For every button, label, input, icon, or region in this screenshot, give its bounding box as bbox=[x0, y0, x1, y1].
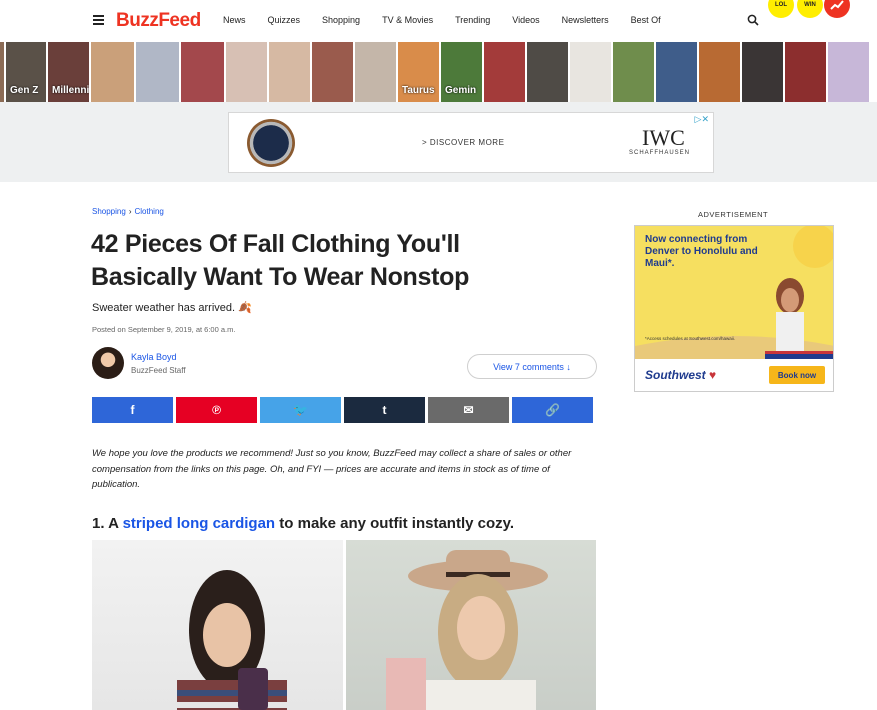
author-avatar[interactable] bbox=[92, 347, 124, 379]
article-dek: Sweater weather has arrived. 🍂 bbox=[92, 302, 252, 314]
pinterest-icon: ℗ bbox=[212, 403, 221, 417]
trending-thumbnail[interactable] bbox=[226, 42, 267, 102]
ad-band: > DISCOVER MORE IWC SCHAFFHAUSEN ▷✕ bbox=[0, 102, 877, 182]
ad-fine-print: *Access schedules at Southwest.com/hawai… bbox=[645, 336, 736, 341]
trending-thumbnail[interactable] bbox=[0, 42, 4, 102]
tumblr-share-button[interactable]: t bbox=[344, 397, 425, 423]
link-share-button[interactable]: 🔗 bbox=[512, 397, 593, 423]
win-badge[interactable]: WIN bbox=[797, 0, 823, 18]
view-comments-button[interactable]: View 7 comments ↓ bbox=[467, 354, 597, 379]
affiliate-disclaimer: We hope you love the products we recomme… bbox=[92, 448, 572, 490]
adchoices-icon[interactable]: ▷✕ bbox=[695, 114, 709, 125]
southwest-logo: Southwest ♥ bbox=[645, 368, 716, 382]
nav-link-tv-movies[interactable]: TV & Movies bbox=[382, 15, 433, 25]
nav-link-best-of[interactable]: Best Of bbox=[631, 15, 661, 25]
posted-date: Posted on September 9, 2019, at 6:00 a.m… bbox=[92, 325, 236, 334]
southwest-logo-text: Southwest bbox=[645, 368, 706, 382]
iwc-banner-ad[interactable]: > DISCOVER MORE IWC SCHAFFHAUSEN ▷✕ bbox=[228, 112, 714, 173]
trending-thumbnail[interactable]: Millennia bbox=[48, 42, 89, 102]
menu-icon[interactable] bbox=[93, 15, 104, 25]
link-icon: 🔗 bbox=[545, 403, 560, 417]
tumblr-icon: t bbox=[382, 403, 387, 417]
nav-links: News Quizzes Shopping TV & Movies Trendi… bbox=[223, 15, 683, 25]
discover-more-link[interactable]: > DISCOVER MORE bbox=[422, 138, 504, 147]
item-number: 1. A bbox=[92, 515, 123, 532]
trending-arrow-icon bbox=[830, 0, 844, 10]
item-description: to make any outfit instantly cozy. bbox=[275, 515, 515, 532]
nav-link-quizzes[interactable]: Quizzes bbox=[268, 15, 301, 25]
trending-thumbnail[interactable] bbox=[742, 42, 783, 102]
trending-thumbnail[interactable] bbox=[91, 42, 134, 102]
thumbnail-label: Gen Z bbox=[10, 85, 39, 96]
badge-group: LOL WIN bbox=[768, 0, 858, 18]
product-photo-2[interactable] bbox=[346, 540, 596, 710]
trending-thumbnail[interactable] bbox=[181, 42, 224, 102]
breadcrumb-shopping[interactable]: Shopping bbox=[92, 207, 126, 216]
thumbnail-label: Gemin bbox=[445, 85, 477, 96]
book-now-button[interactable]: Book now bbox=[769, 366, 825, 384]
buzzfeed-logo[interactable]: BuzzFeed bbox=[116, 10, 201, 32]
trending-badge[interactable] bbox=[824, 0, 850, 18]
author-name[interactable]: Kayla Boyd bbox=[131, 352, 177, 362]
author-role: BuzzFeed Staff bbox=[131, 366, 186, 375]
trending-thumbnail[interactable] bbox=[656, 42, 697, 102]
share-bar: f ℗ 🐦 t ✉ 🔗 bbox=[92, 397, 596, 423]
nav-link-news[interactable]: News bbox=[223, 15, 246, 25]
trending-thumbnail[interactable] bbox=[484, 42, 525, 102]
trending-thumbnail[interactable] bbox=[828, 42, 869, 102]
trending-thumbnail[interactable] bbox=[355, 42, 396, 102]
product-link[interactable]: striped long cardigan bbox=[123, 515, 276, 532]
trending-thumbnail[interactable]: Taurus bbox=[398, 42, 439, 102]
mirror-selfie-image bbox=[177, 570, 287, 710]
trending-thumbnail[interactable] bbox=[312, 42, 353, 102]
product-photo-1[interactable] bbox=[92, 540, 343, 710]
thumbnail-label: Taurus bbox=[402, 85, 435, 96]
trending-thumbnail[interactable] bbox=[785, 42, 826, 102]
watch-image bbox=[247, 119, 295, 167]
heart-icon: ♥ bbox=[709, 368, 717, 382]
breadcrumb: Shopping › Clothing bbox=[92, 207, 164, 216]
trending-thumbnails: Gen Z Millennia Taurus Gemin bbox=[0, 42, 877, 102]
trending-thumbnail[interactable] bbox=[527, 42, 568, 102]
pinterest-share-button[interactable]: ℗ bbox=[176, 397, 257, 423]
ad-headline: Now connecting from Denver to Honolulu a… bbox=[645, 234, 758, 269]
item-heading: 1. A striped long cardigan to make any o… bbox=[92, 515, 514, 532]
thumbnail-label: Millennia bbox=[52, 85, 89, 96]
trending-thumbnail[interactable]: Gemin bbox=[441, 42, 482, 102]
trending-thumbnail[interactable] bbox=[570, 42, 611, 102]
top-nav: BuzzFeed News Quizzes Shopping TV & Movi… bbox=[0, 0, 877, 42]
nav-link-videos[interactable]: Videos bbox=[512, 15, 539, 25]
facebook-share-button[interactable]: f bbox=[92, 397, 173, 423]
nav-link-newsletters[interactable]: Newsletters bbox=[562, 15, 609, 25]
twitter-share-button[interactable]: 🐦 bbox=[260, 397, 341, 423]
advertisement-label: ADVERTISEMENT bbox=[698, 210, 769, 219]
nav-link-trending[interactable]: Trending bbox=[455, 15, 490, 25]
email-share-button[interactable]: ✉ bbox=[428, 397, 509, 423]
email-icon: ✉ bbox=[463, 403, 474, 417]
southwest-side-ad[interactable]: Now connecting from Denver to Honolulu a… bbox=[634, 225, 834, 392]
chevron-right-icon: › bbox=[128, 207, 132, 216]
twitter-icon: 🐦 bbox=[293, 403, 308, 417]
facebook-icon: f bbox=[130, 403, 135, 417]
trending-thumbnail[interactable] bbox=[699, 42, 740, 102]
search-icon[interactable] bbox=[747, 14, 759, 26]
nav-link-shopping[interactable]: Shopping bbox=[322, 15, 360, 25]
breadcrumb-clothing[interactable]: Clothing bbox=[134, 207, 163, 216]
trending-thumbnail[interactable] bbox=[136, 42, 179, 102]
article-title: 42 Pieces Of Fall Clothing You'll Basica… bbox=[91, 230, 470, 291]
hat-woman-image bbox=[386, 550, 548, 710]
trending-thumbnail[interactable] bbox=[613, 42, 654, 102]
trending-thumbnail[interactable]: Gen Z bbox=[6, 42, 46, 102]
iwc-logo-sub: SCHAFFHAUSEN bbox=[629, 150, 691, 156]
iwc-logo: IWC bbox=[642, 125, 685, 150]
ad-footer: Southwest ♥ Book now bbox=[635, 359, 833, 391]
lol-badge[interactable]: LOL bbox=[768, 0, 794, 18]
trending-thumbnail[interactable] bbox=[269, 42, 310, 102]
